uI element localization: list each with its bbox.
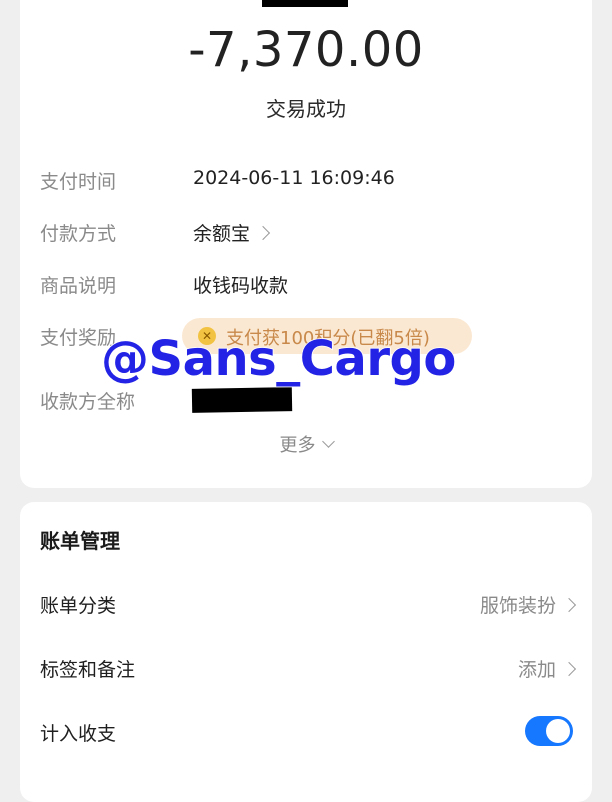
redaction-bar-payee bbox=[191, 387, 293, 413]
transaction-status: 交易成功 bbox=[266, 97, 346, 121]
item-desc-label: 商品说明 bbox=[40, 275, 117, 297]
item-desc-value: 收钱码收款 bbox=[193, 275, 289, 297]
more-label: 更多 bbox=[279, 435, 316, 456]
watermark-text: @Sans_Cargo bbox=[100, 330, 457, 388]
pay-method-label: 付款方式 bbox=[40, 223, 117, 245]
category-value: 服饰装扮 bbox=[479, 595, 556, 617]
category-link[interactable]: 服饰装扮 bbox=[479, 591, 577, 618]
pay-time-value: 2024-06-11 16:09:46 bbox=[193, 167, 395, 189]
chevron-down-icon bbox=[321, 435, 335, 448]
payee-label: 收款方全称 bbox=[40, 391, 136, 413]
count-toggle[interactable] bbox=[525, 716, 573, 746]
pay-time-label: 支付时间 bbox=[40, 171, 117, 193]
toggle-knob bbox=[546, 719, 570, 743]
tags-label: 标签和备注 bbox=[40, 659, 136, 681]
count-label: 计入收支 bbox=[40, 723, 117, 745]
more-button[interactable]: 更多 bbox=[0, 431, 612, 457]
chevron-right-icon bbox=[561, 597, 577, 613]
pay-method-link[interactable]: 余额宝 bbox=[193, 219, 271, 246]
pay-method-value: 余额宝 bbox=[193, 223, 251, 245]
chevron-right-icon bbox=[255, 225, 271, 241]
tags-link[interactable]: 添加 bbox=[517, 655, 577, 682]
tags-value: 添加 bbox=[517, 659, 556, 681]
redaction-bar-top bbox=[262, 0, 348, 7]
category-label: 账单分类 bbox=[40, 595, 117, 617]
transaction-amount: -7,370.00 bbox=[188, 22, 424, 78]
chevron-right-icon bbox=[561, 661, 577, 677]
section-title: 账单管理 bbox=[40, 529, 120, 553]
